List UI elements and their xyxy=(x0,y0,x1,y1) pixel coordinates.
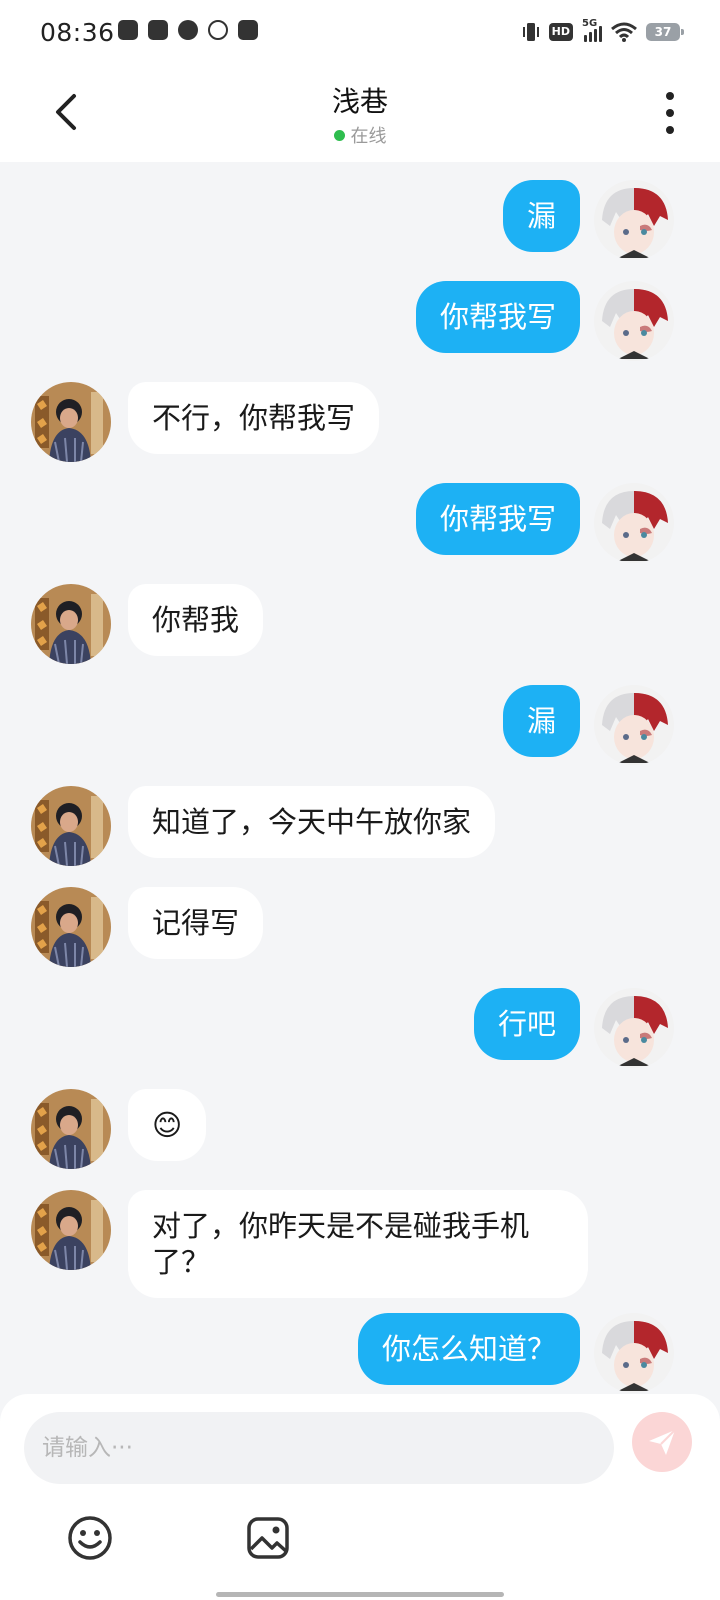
message-bubble[interactable]: 你怎么知道？ xyxy=(357,1313,580,1385)
home-indicator[interactable] xyxy=(216,1592,504,1597)
my-avatar[interactable] xyxy=(594,1313,674,1393)
online-status-label: 在线 xyxy=(350,126,387,147)
app-notification-icon xyxy=(178,20,198,40)
notification-icons xyxy=(118,20,258,40)
contact-avatar[interactable] xyxy=(31,786,111,866)
my-avatar[interactable] xyxy=(594,685,674,765)
network-type: 5G xyxy=(582,18,598,29)
message-bubble[interactable]: 漏 xyxy=(502,685,580,757)
message-bubble[interactable]: 记得写 xyxy=(128,887,264,959)
message-bubble[interactable]: 漏 xyxy=(502,180,580,252)
online-dot-icon xyxy=(333,129,345,141)
contact-avatar[interactable] xyxy=(31,584,111,664)
online-status: 在线 xyxy=(0,122,720,148)
app-notification-icon xyxy=(148,20,168,40)
status-bar: 08:36 HD 5G 37 xyxy=(0,0,720,66)
contact-avatar[interactable] xyxy=(31,382,111,462)
battery-icon: 37 xyxy=(646,23,684,41)
image-icon[interactable] xyxy=(246,1516,290,1560)
message-bubble[interactable]: 对了，你昨天是不是碰我手机了？ xyxy=(128,1190,588,1298)
message-list[interactable]: 漏 你帮我写 不行，你帮我写 你帮我写 你帮我 漏 知道了，今天中午放你家 记得… xyxy=(0,162,720,1394)
message-bubble[interactable]: 你帮我 xyxy=(128,584,264,656)
message-bubble[interactable]: 不行，你帮我写 xyxy=(128,382,380,454)
my-avatar[interactable] xyxy=(594,180,674,260)
clock: 08:36 xyxy=(40,18,115,47)
contact-avatar[interactable] xyxy=(31,1089,111,1169)
app-notification-icon xyxy=(238,20,258,40)
message-bubble[interactable]: 行吧 xyxy=(473,988,580,1060)
my-avatar[interactable] xyxy=(594,281,674,361)
cell-signal-icon: 5G xyxy=(582,18,602,42)
vibrate-icon xyxy=(522,23,539,41)
chat-title-group: 浅巷 在线 xyxy=(0,80,720,148)
message-bubble[interactable]: 你帮我写 xyxy=(415,483,580,555)
message-bubble[interactable]: 知道了，今天中午放你家 xyxy=(128,786,496,858)
send-button[interactable] xyxy=(632,1412,692,1472)
app-notification-icon xyxy=(118,20,138,40)
composer xyxy=(0,1394,720,1600)
message-bubble[interactable]: 你帮我写 xyxy=(415,281,580,353)
more-button[interactable] xyxy=(660,92,680,134)
contact-avatar[interactable] xyxy=(31,887,111,967)
my-avatar[interactable] xyxy=(594,483,674,563)
paper-plane-icon xyxy=(649,1429,676,1455)
app-notification-icon xyxy=(208,20,228,40)
my-avatar[interactable] xyxy=(594,988,674,1068)
wifi-icon xyxy=(611,22,637,42)
smiley-icon[interactable] xyxy=(66,1514,114,1562)
contact-avatar[interactable] xyxy=(31,1190,111,1270)
more-vertical-icon xyxy=(666,92,674,100)
contact-name: 浅巷 xyxy=(331,85,388,118)
system-icons: HD 5G 37 xyxy=(522,18,684,44)
message-bubble[interactable]: 😊 xyxy=(128,1089,207,1161)
message-input[interactable] xyxy=(24,1412,614,1484)
chat-header: 浅巷 在线 xyxy=(0,66,720,162)
hd-badge: HD xyxy=(548,23,573,41)
